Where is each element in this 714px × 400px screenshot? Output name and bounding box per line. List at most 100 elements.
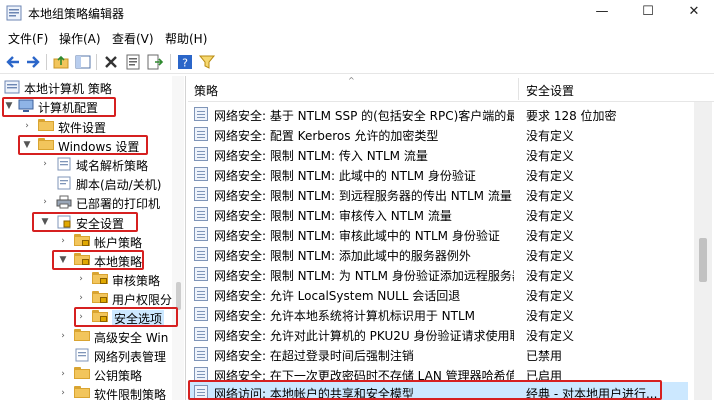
maximize-button[interactable]: ☐ (628, 0, 668, 26)
folder-lock-icon (74, 234, 90, 246)
tree-label: 脚本(启动/关机) (76, 178, 162, 192)
tree-item-security-settings[interactable]: ▼ 安全设置 (0, 213, 185, 232)
list-item[interactable]: 网络安全: 允许对此计算机的 PKU2U 身份验证请求使用联... 没有定义 (188, 324, 688, 344)
help-icon[interactable]: ? (176, 53, 194, 71)
tree-item-software-settings[interactable]: › 软件设置 (0, 117, 185, 136)
policy-name: 网络安全: 限制 NTLM: 到远程服务器的传出 NTLM 流量 (214, 189, 512, 203)
chevron-right-icon[interactable]: › (58, 367, 68, 381)
group-policy-editor-window: 本地组策略编辑器 — ☐ ✕ 文件(F) 操作(A) 查看(V) 帮助(H) ?… (0, 0, 714, 400)
tree-item-user-rights[interactable]: › 用户权限分 (0, 289, 185, 308)
list-item-selected[interactable]: 网络访问: 本地帐户的共享和安全模型 经典 - 对本地用户进行... (188, 382, 688, 400)
properties-icon[interactable] (124, 53, 142, 71)
chevron-right-icon[interactable]: › (76, 291, 86, 305)
list-item[interactable]: 网络安全: 在超过登录时间后强制注销 已禁用 (188, 344, 688, 364)
tree-label: 域名解析策略 (76, 159, 149, 173)
tree-item-root[interactable]: 本地计算机 策略 (0, 78, 185, 97)
list-item[interactable]: 网络安全: 限制 NTLM: 为 NTLM 身份验证添加远程服务器... 没有定义 (188, 264, 688, 284)
tree-item-printers[interactable]: › 已部署的打印机 (0, 193, 185, 212)
policy-icon (194, 187, 208, 201)
menu-help[interactable]: 帮助(H) (165, 30, 207, 47)
svg-text:?: ? (182, 57, 188, 70)
tree-label: 公钥策略 (94, 369, 143, 383)
minimize-button[interactable]: — (582, 0, 622, 26)
computer-policy-icon (4, 80, 20, 94)
list-item[interactable]: 网络安全: 限制 NTLM: 审核此域中的 NTLM 身份验证 没有定义 (188, 224, 688, 244)
policy-icon (194, 127, 208, 141)
policy-name: 网络安全: 限制 NTLM: 传入 NTLM 流量 (214, 149, 428, 163)
menu-view[interactable]: 查看(V) (112, 30, 154, 47)
policy-value: 没有定义 (526, 209, 575, 223)
tree-label: Windows 设置 (58, 140, 140, 154)
chevron-right-icon[interactable]: › (58, 386, 68, 400)
policy-name: 网络访问: 本地帐户的共享和安全模型 (214, 387, 414, 400)
chevron-right-icon[interactable]: › (58, 329, 68, 343)
tree-scrollbar[interactable] (172, 76, 184, 400)
chevron-down-icon[interactable]: ▼ (40, 215, 50, 229)
export-list-icon[interactable] (146, 53, 164, 71)
close-button[interactable]: ✕ (674, 0, 714, 26)
list-item[interactable]: 网络安全: 限制 NTLM: 添加此域中的服务器例外 没有定义 (188, 244, 688, 264)
list-scrollbar-thumb[interactable] (699, 238, 707, 282)
tree-label: 本地计算机 策略 (24, 82, 112, 96)
tree-item-software-restriction[interactable]: › 软件限制策略 (0, 384, 185, 400)
chevron-right-icon[interactable]: › (40, 195, 50, 209)
list-item[interactable]: 网络安全: 在下一次更改密码时不存储 LAN 管理器哈希值 已启用 (188, 364, 688, 384)
list-item[interactable]: 网络安全: 允许本地系统将计算机标识用于 NTLM 没有定义 (188, 304, 688, 324)
tree-item-windows-firewall[interactable]: › 高级安全 Win (0, 327, 185, 346)
tree-item-audit-policy[interactable]: › 审核策略 (0, 270, 185, 289)
list-item[interactable]: 网络安全: 限制 NTLM: 到远程服务器的传出 NTLM 流量 没有定义 (188, 184, 688, 204)
tree-item-computer-config[interactable]: ▼ 计算机配置 (0, 97, 185, 116)
column-header-setting[interactable]: 安全设置 (526, 82, 574, 99)
list-item[interactable]: 网络安全: 限制 NTLM: 审核传入 NTLM 流量 没有定义 (188, 204, 688, 224)
tree-scrollbar-thumb[interactable] (176, 282, 181, 310)
delete-icon[interactable] (102, 53, 120, 71)
list-item[interactable]: 网络安全: 配置 Kerberos 允许的加密类型 没有定义 (188, 124, 688, 144)
list-scrollbar[interactable] (694, 102, 712, 400)
tree-label: 安全设置 (76, 217, 125, 231)
policy-icon (194, 367, 208, 381)
title-bar: 本地组策略编辑器 — ☐ ✕ (0, 0, 714, 26)
policy-icon (194, 327, 208, 341)
back-icon[interactable] (4, 53, 22, 71)
chevron-right-icon[interactable]: › (76, 272, 86, 286)
list-item[interactable]: 网络安全: 基于 NTLM SSP 的(包括安全 RPC)客户端的最小... 要求… (188, 104, 688, 124)
tree-item-local-policies[interactable]: ▼ 本地策略 (0, 251, 185, 270)
policy-name: 网络安全: 允许对此计算机的 PKU2U 身份验证请求使用联... (214, 329, 514, 343)
folder-icon (38, 138, 54, 150)
policy-value: 没有定义 (526, 129, 575, 143)
list-item[interactable]: 网络安全: 限制 NTLM: 此域中的 NTLM 身份验证 没有定义 (188, 164, 688, 184)
chevron-down-icon[interactable]: ▼ (22, 138, 32, 152)
tree-item-dns-policy[interactable]: › 域名解析策略 (0, 155, 185, 174)
tree-label: 计算机配置 (38, 101, 99, 115)
chevron-down-icon[interactable]: ▼ (58, 253, 68, 267)
policy-value: 没有定义 (526, 189, 575, 203)
chevron-right-icon[interactable]: › (22, 119, 32, 133)
show-hide-tree-icon[interactable] (74, 53, 92, 71)
tree-item-public-key[interactable]: › 公钥策略 (0, 365, 185, 384)
tree-item-scripts[interactable]: 脚本(启动/关机) (0, 174, 185, 193)
tree-item-network-list[interactable]: 网络列表管理 (0, 346, 185, 365)
policy-list-pane: ^ 策略 安全设置 网络安全: 基于 NTLM SSP 的(包括安全 RPC)客… (188, 76, 714, 400)
chevron-right-icon[interactable]: › (40, 157, 50, 171)
tree-item-windows-settings[interactable]: ▼ Windows 设置 (0, 136, 185, 155)
tree-label: 网络列表管理 (94, 350, 167, 364)
policy-value: 没有定义 (526, 309, 575, 323)
tree-item-account-policies[interactable]: › 帐户策略 (0, 232, 185, 251)
forward-icon[interactable] (24, 53, 42, 71)
column-divider[interactable] (518, 78, 519, 100)
computer-icon (18, 99, 34, 112)
menu-file[interactable]: 文件(F) (8, 30, 48, 47)
up-folder-icon[interactable] (52, 53, 70, 71)
policy-icon (194, 347, 208, 361)
filter-icon[interactable] (198, 53, 216, 71)
menu-action[interactable]: 操作(A) (59, 30, 101, 47)
policy-list-icon (75, 348, 89, 362)
list-item[interactable]: 网络安全: 限制 NTLM: 传入 NTLM 流量 没有定义 (188, 144, 688, 164)
policy-name: 网络安全: 限制 NTLM: 添加此域中的服务器例外 (214, 249, 471, 263)
tree-item-security-options[interactable]: › 安全选项 (0, 308, 185, 327)
list-item[interactable]: 网络安全: 允许 LocalSystem NULL 会话回退 没有定义 (188, 284, 688, 304)
chevron-right-icon[interactable]: › (76, 310, 86, 324)
chevron-right-icon[interactable]: › (58, 234, 68, 248)
column-header-policy[interactable]: 策略 (194, 82, 218, 99)
chevron-down-icon[interactable]: ▼ (4, 99, 14, 113)
